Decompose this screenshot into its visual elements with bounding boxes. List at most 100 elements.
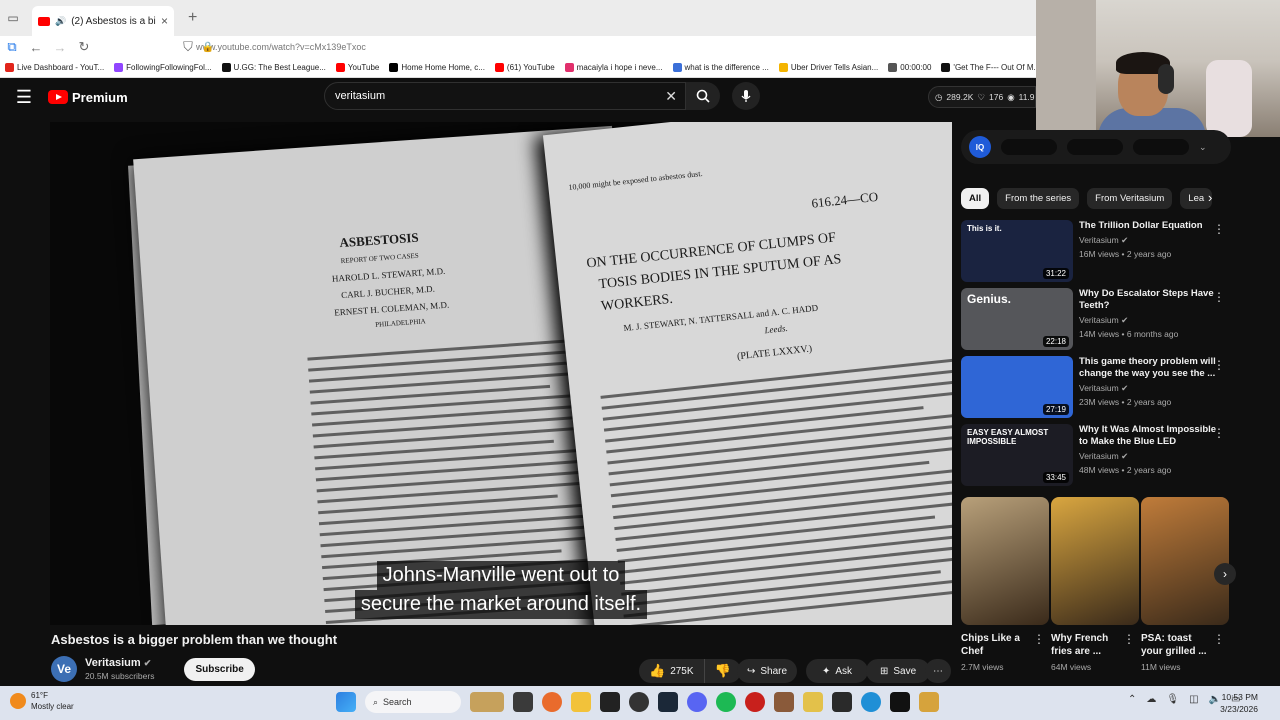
subscribe-button[interactable]: Subscribe — [184, 657, 255, 681]
recommendation-item[interactable]: This is it. 31:22 The Trillion Dollar Equa… — [961, 220, 1231, 282]
bookmark-item[interactable]: what is the difference ... — [668, 63, 774, 72]
tray-mic-icon[interactable]: 🎙 — [1166, 694, 1179, 705]
extension-pill-2[interactable] — [1067, 139, 1123, 155]
search-input[interactable]: veritasium ✕ — [324, 82, 686, 110]
chevron-down-icon[interactable]: ⌄ — [1199, 142, 1207, 153]
tray-volume-icon[interactable]: 🔈 — [1209, 694, 1221, 705]
forward-icon[interactable]: → — [48, 40, 72, 55]
firefox-icon[interactable] — [542, 692, 562, 712]
steam-icon[interactable] — [658, 692, 678, 712]
file-explorer-icon[interactable] — [571, 692, 591, 712]
filter-chip[interactable]: From the series — [997, 188, 1080, 209]
app-icon-red[interactable] — [629, 692, 649, 712]
more-vertical-icon[interactable]: ⋮ — [1123, 632, 1135, 646]
more-vertical-icon[interactable]: ⋮ — [1213, 426, 1225, 440]
bookmark-item[interactable]: 00:00:00 — [883, 63, 936, 72]
more-vertical-icon[interactable]: ⋮ — [1213, 290, 1225, 304]
recommendation-title[interactable]: The Trillion Dollar Equation — [1079, 220, 1219, 232]
recommendation-channel[interactable]: Veritasium ✔ — [1079, 451, 1219, 462]
shorts-next-button[interactable]: › — [1214, 563, 1236, 585]
youtube-logo[interactable]: Premium — [48, 90, 128, 105]
video-thumbnail[interactable]: 27:19 — [961, 356, 1073, 418]
short-title[interactable]: Why French fries are ... — [1051, 632, 1123, 658]
reload-icon[interactable]: ↻ — [72, 39, 96, 55]
more-actions-button[interactable]: ⋯ — [925, 659, 951, 683]
browser-tab-active[interactable]: 🔊 (2) Asbestos is a bigger pro × — [32, 6, 174, 36]
bookmark-item[interactable]: Live Dashboard - YouT... — [0, 63, 109, 72]
voice-search-button[interactable] — [732, 82, 760, 110]
more-vertical-icon[interactable]: ⋮ — [1213, 222, 1225, 236]
recommendation-title[interactable]: Why Do Escalator Steps Have Teeth? — [1079, 288, 1219, 312]
short-info[interactable]: Why French fries are ... 64M views ⋮ — [1051, 632, 1141, 672]
recommendation-title[interactable]: This game theory problem will change the… — [1079, 356, 1219, 380]
tab-actions-icon[interactable]: ▭ — [0, 0, 26, 36]
video-player[interactable]: ASBESTOSIS REPORT OF TWO CASES HAROLD L.… — [50, 122, 952, 625]
taskbar-clock[interactable]: 10:53 PM 3/23/2026 — [1220, 691, 1258, 715]
bookmark-item[interactable]: FollowingFollowingFol... — [109, 63, 216, 72]
short-info[interactable]: Chips Like a Chef 2.7M views ⋮ — [961, 632, 1051, 672]
app-icon-dark[interactable] — [832, 692, 852, 712]
tray-network-icon[interactable]: ◫ — [1189, 694, 1198, 705]
chips-next-icon[interactable]: › — [1208, 190, 1212, 205]
more-vertical-icon[interactable]: ⋮ — [1213, 358, 1225, 372]
hamburger-menu-icon[interactable]: ☰ — [0, 87, 48, 108]
extension-pill-3[interactable] — [1133, 139, 1189, 155]
short-thumbnail[interactable] — [1051, 497, 1139, 625]
recommendation-channel[interactable]: Veritasium ✔ — [1079, 235, 1219, 246]
video-thumbnail[interactable]: This is it. 31:22 — [961, 220, 1073, 282]
edge-icon[interactable] — [861, 692, 881, 712]
app-icon-rec[interactable] — [745, 692, 765, 712]
filter-chip[interactable]: All — [961, 188, 990, 209]
ask-button[interactable]: ✦ Ask — [806, 659, 869, 683]
stats-widget[interactable]: ◷ 289.2K ♡ 176 ◉ 11.9 — [928, 86, 1036, 108]
save-button[interactable]: ⊞ Save — [866, 659, 931, 683]
recommendation-item[interactable]: 27:19 This game theory problem will chang… — [961, 356, 1231, 418]
filter-chip[interactable]: From Veritasium — [1087, 188, 1173, 209]
video-thumbnail[interactable]: EASY EASY ALMOST IMPOSSIBLE 33:45 — [961, 424, 1073, 486]
short-title[interactable]: PSA: toast your grilled ... — [1141, 632, 1213, 658]
search-button[interactable] — [686, 82, 720, 110]
app-icon-w[interactable] — [919, 692, 939, 712]
more-vertical-icon[interactable]: ⋮ — [1213, 632, 1225, 646]
spotify-icon[interactable] — [716, 692, 736, 712]
bookmark-item[interactable]: macaiyla i hope i neve... — [560, 63, 668, 72]
collections-icon[interactable]: ⧉ — [0, 39, 24, 55]
tray-cloud-icon[interactable]: ☁ — [1146, 694, 1156, 705]
bookmark-item[interactable]: Home Home Home, c... — [384, 63, 490, 72]
short-info[interactable]: PSA: toast your grilled ... 11M views ⋮ — [1141, 632, 1231, 672]
short-title[interactable]: Chips Like a Chef — [961, 632, 1033, 658]
like-button[interactable]: 👍 275K — [639, 659, 704, 683]
tray-chevron-icon[interactable]: ⌃ — [1128, 694, 1136, 705]
recommendation-item[interactable]: Genius. 22:18 Why Do Escalator Steps Have … — [961, 288, 1231, 350]
app-icon-yellow[interactable] — [803, 692, 823, 712]
bookmark-item[interactable]: (61) YouTube — [490, 63, 560, 72]
extension-pill-1[interactable] — [1001, 139, 1057, 155]
discord-icon[interactable] — [687, 692, 707, 712]
recommendation-item[interactable]: EASY EASY ALMOST IMPOSSIBLE 33:45 Why It W… — [961, 424, 1231, 486]
clear-search-icon[interactable]: ✕ — [665, 88, 677, 105]
app-icon-brown[interactable] — [774, 692, 794, 712]
bookmark-item[interactable]: Uber Driver Tells Asian... — [774, 63, 883, 72]
recommendation-channel[interactable]: Veritasium ✔ — [1079, 315, 1219, 326]
capcut-icon[interactable] — [890, 692, 910, 712]
new-tab-button[interactable]: + — [188, 9, 197, 27]
taskbar-search[interactable]: ⌕ Search — [365, 691, 461, 713]
iq-extension-icon[interactable]: IQ — [969, 136, 991, 158]
bookmark-item[interactable]: U.GG: The Best League... — [217, 63, 331, 72]
app-icon-x[interactable] — [600, 692, 620, 712]
short-thumbnail[interactable] — [1141, 497, 1229, 625]
back-icon[interactable]: ← — [24, 40, 48, 55]
bookmark-item[interactable]: YouTube — [331, 63, 384, 72]
recommendation-channel[interactable]: Veritasium ✔ — [1079, 383, 1219, 394]
channel-avatar[interactable]: Ve — [51, 656, 77, 682]
task-view-icon[interactable] — [513, 692, 533, 712]
channel-name[interactable]: Veritasium — [85, 657, 141, 669]
dislike-button[interactable]: 👎 — [703, 659, 741, 683]
short-thumbnail[interactable] — [961, 497, 1049, 625]
more-vertical-icon[interactable]: ⋮ — [1033, 632, 1045, 646]
share-button[interactable]: ↪ Share — [737, 659, 798, 683]
recommendation-title[interactable]: Why It Was Almost Impossible to Make the… — [1079, 424, 1219, 448]
url-field[interactable]: www.youtube.com/watch?v=cMx139eTxoc — [196, 42, 366, 52]
lock-icon[interactable]: 🔒 — [196, 42, 220, 53]
video-thumbnail[interactable]: Genius. 22:18 — [961, 288, 1073, 350]
